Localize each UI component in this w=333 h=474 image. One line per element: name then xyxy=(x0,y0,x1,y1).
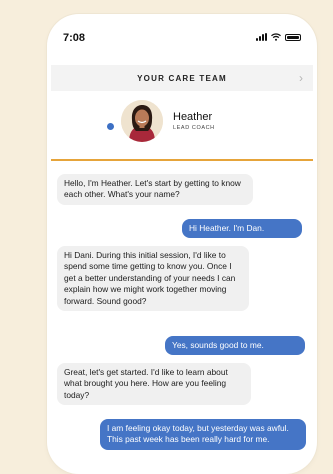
message-user: I am feeling okay today, but yesterday w… xyxy=(100,419,306,450)
chevron-right-icon[interactable]: › xyxy=(299,71,303,85)
coach-role: LEAD COACH xyxy=(173,125,215,131)
online-status-icon xyxy=(106,122,115,131)
care-team-title: YOUR CARE TEAM xyxy=(137,73,227,83)
coach-info: Heather LEAD COACH xyxy=(173,111,215,131)
header-divider xyxy=(51,159,313,161)
message-user: Hi Heather. I'm Dan. xyxy=(182,219,302,239)
message-user: Yes, sounds good to me. xyxy=(165,336,305,356)
coach-profile[interactable]: Heather LEAD COACH xyxy=(121,100,215,142)
coach-photo xyxy=(121,100,163,142)
phone-screen: 7:08 YOUR CARE TEAM › Heather LEAD COACH… xyxy=(47,14,317,474)
status-bar: 7:08 xyxy=(47,14,317,54)
battery-icon xyxy=(285,33,301,41)
coach-name: Heather xyxy=(173,111,213,123)
message-coach: Great, let's get started. I'd like to le… xyxy=(57,363,251,406)
message-coach: Hi Dani. During this initial session, I'… xyxy=(57,246,249,312)
avatar xyxy=(121,100,163,142)
status-time: 7:08 xyxy=(63,32,86,44)
message-coach: Hello, I'm Heather. Let's start by getti… xyxy=(57,174,253,205)
signal-icon xyxy=(256,33,267,41)
wifi-icon xyxy=(271,33,281,41)
care-team-header[interactable]: YOUR CARE TEAM › xyxy=(51,65,313,91)
status-icons xyxy=(256,33,301,41)
